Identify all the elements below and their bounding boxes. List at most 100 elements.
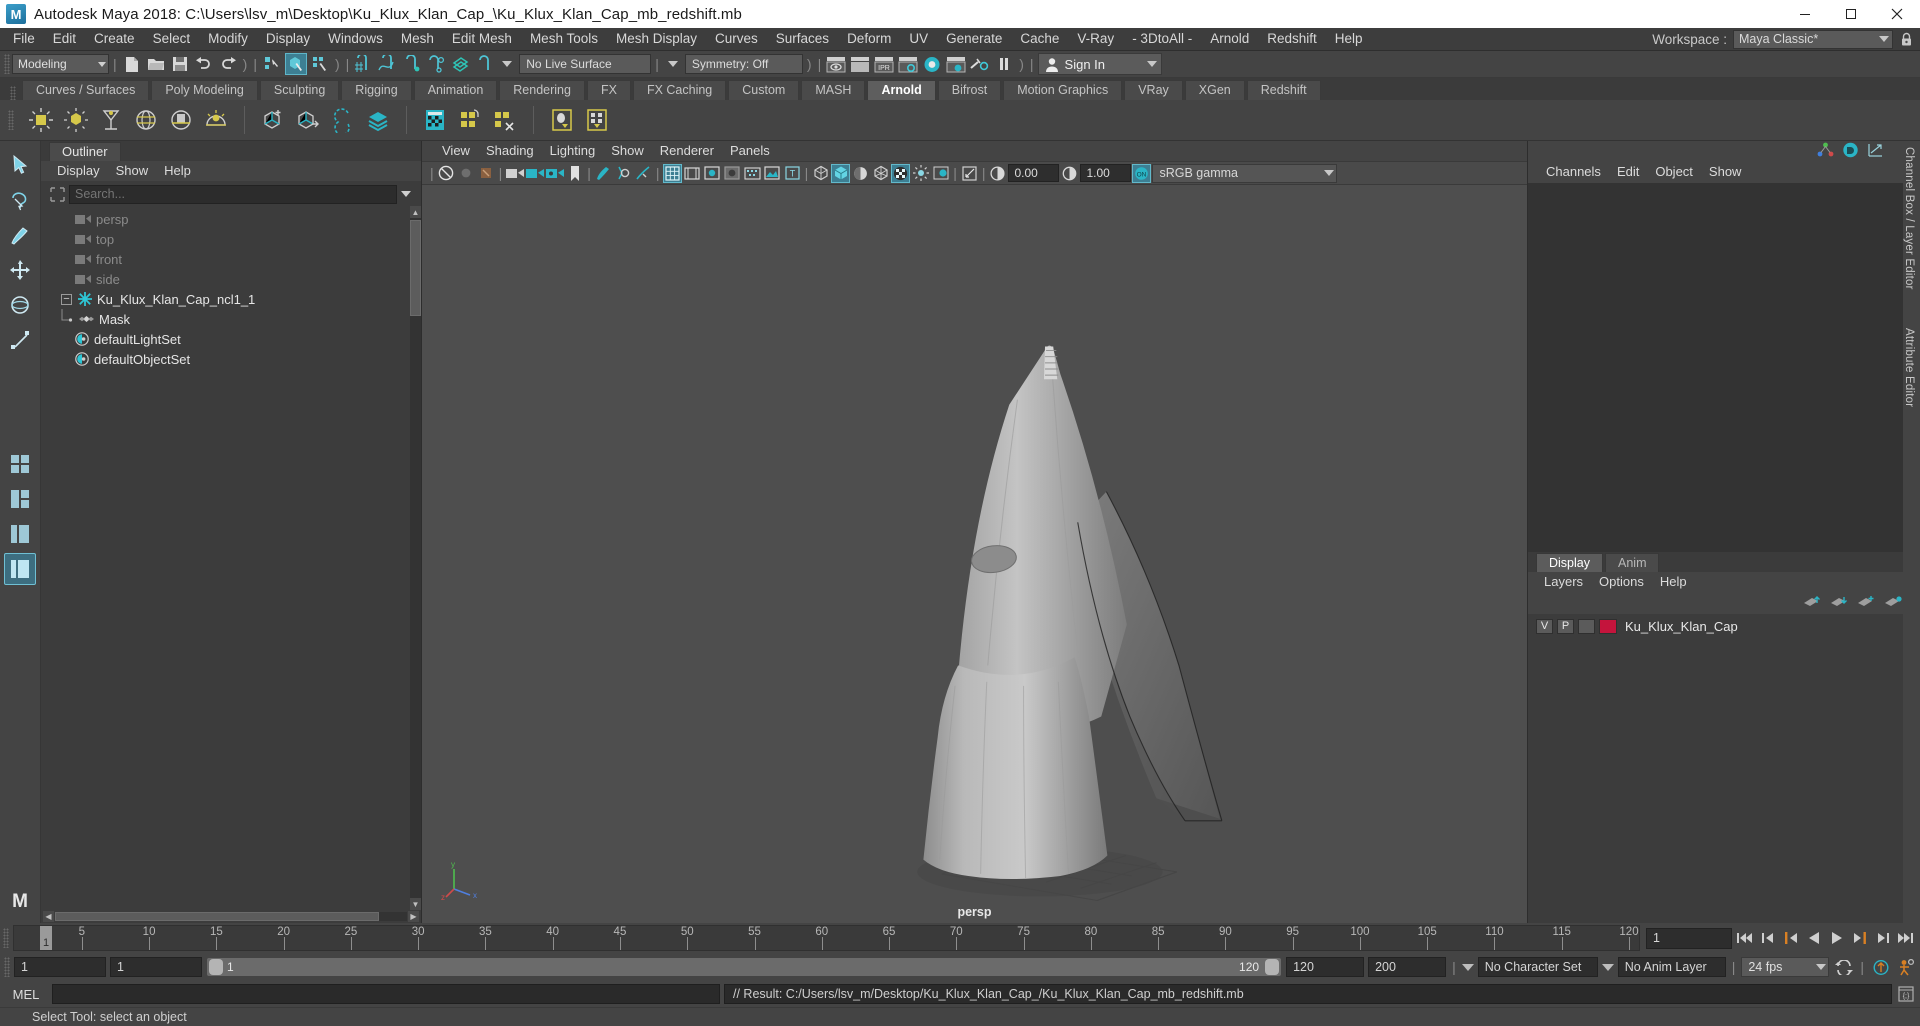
outliner-menu-display[interactable]: Display [49,161,108,181]
new-layer-icon[interactable] [1885,595,1902,612]
arnold-render-view-icon[interactable] [419,104,451,136]
menu-curves[interactable]: Curves [706,28,767,50]
menu-deform[interactable]: Deform [838,28,900,50]
screenshot-icon[interactable] [960,164,979,183]
open-scene-icon[interactable] [145,53,167,75]
layer-visibility-toggle[interactable]: V [1536,618,1553,634]
animation-preferences-button[interactable] [1895,957,1916,978]
menu-mesh[interactable]: Mesh [392,28,443,50]
gamma-field[interactable]: 1.00 [1080,164,1132,182]
arnold-standard-surface-icon[interactable] [327,104,359,136]
layer-list[interactable]: V P Ku_Klux_Klan_Cap [1528,614,1920,923]
camera-settings-icon[interactable] [545,164,564,183]
color-management-toggle-icon[interactable]: ON [1132,163,1152,183]
range-slider-grip[interactable] [4,957,10,977]
select-by-object-type-icon[interactable] [284,53,307,75]
step-back-frame-button[interactable] [1780,928,1801,949]
camera-attributes-icon[interactable] [505,164,524,183]
menu-uv[interactable]: UV [900,28,937,50]
arnold-skydome-light-icon[interactable] [130,104,162,136]
layout-two-pane-button[interactable] [4,483,36,515]
shelf-tab-vray[interactable]: VRay [1124,80,1183,100]
xray-toggle-icon[interactable] [614,164,633,183]
redo-render-icon[interactable] [849,53,871,75]
scale-tool-button[interactable] [4,324,36,356]
snap-to-view-planes-icon[interactable] [449,53,471,75]
outliner-vertical-scrollbar[interactable]: ▲ ▼ [410,206,421,910]
render-view-icon[interactable] [945,53,967,75]
shelf-tab-sculpting[interactable]: Sculpting [259,80,340,100]
viewport-menu-shading[interactable]: Shading [478,141,542,161]
arnold-assign-shader-icon[interactable] [454,104,486,136]
persp-viewport[interactable]: y x z persp [422,185,1527,923]
layout-persp-outliner-button[interactable] [4,518,36,550]
animation-end-field[interactable]: 200 [1368,957,1447,977]
range-bar-right-handle[interactable] [1265,959,1280,975]
outliner-search-input[interactable] [69,184,397,204]
workspace-dropdown[interactable]: Maya Classic* [1733,29,1893,49]
shelf-tab-curves-surfaces[interactable]: Curves / Surfaces [22,80,150,100]
channel-box-layer-editor-icon[interactable] [1842,142,1859,161]
step-forward-frame-button[interactable] [1849,928,1870,949]
sign-in-button[interactable]: Sign In [1037,53,1162,75]
shelf-tab-animation[interactable]: Animation [413,80,498,100]
outliner-menu-show[interactable]: Show [108,161,157,181]
go-to-end-button[interactable] [1895,928,1916,949]
range-bar-left-handle[interactable] [209,959,223,975]
arnold-photometric-light-icon[interactable] [95,104,127,136]
pause-render-icon[interactable] [993,53,1015,75]
arnold-light-portal-icon[interactable] [165,104,197,136]
outliner-hscroll-track[interactable] [55,912,407,921]
use-all-lights-icon[interactable] [743,164,762,183]
attribute-editor-sidebar-label[interactable]: Attribute Editor [1903,322,1915,413]
outliner-item-side[interactable]: side [41,269,421,289]
film-gate-icon[interactable] [683,164,702,183]
grease-pencil-icon[interactable] [594,164,613,183]
save-scene-icon[interactable] [169,53,191,75]
show-text-icon[interactable]: T [783,164,802,183]
menu-redshift[interactable]: Redshift [1258,28,1326,50]
layer-tab-display[interactable]: Display [1536,553,1603,572]
move-layer-down-icon[interactable] [1831,595,1848,612]
channelbox-menu-channels[interactable]: Channels [1538,162,1609,182]
shadow-toggle-icon[interactable] [851,164,870,183]
arnold-create-standin-icon[interactable] [257,104,289,136]
smooth-shade-all-icon[interactable] [723,164,742,183]
outliner-hscroll-thumb[interactable] [55,912,379,921]
outliner-item-default-light-set[interactable]: defaultLightSet [41,329,421,349]
animation-start-field[interactable]: 1 [14,957,106,977]
layers-menu-options[interactable]: Options [1591,572,1652,592]
time-slider-playhead[interactable]: 1 [40,926,52,950]
menu-cache[interactable]: Cache [1011,28,1068,50]
bookmark-camera-icon[interactable] [477,164,496,183]
script-editor-icon[interactable]: {;} [1896,984,1916,1004]
search-icon[interactable] [49,186,65,202]
exposure-icon[interactable] [988,164,1007,183]
anim-layer-dropdown-icon[interactable] [1601,963,1614,971]
menu-create[interactable]: Create [85,28,144,50]
menu-set-dropdown[interactable]: Modeling [12,54,109,74]
layers-menu-layers[interactable]: Layers [1536,572,1591,592]
outliner-item-front[interactable]: front [41,249,421,269]
outliner-scroll-thumb[interactable] [410,220,421,316]
menu-surfaces[interactable]: Surfaces [767,28,838,50]
shaded-mode-icon[interactable] [811,164,830,183]
render-setup-icon[interactable] [969,53,991,75]
menu-vray[interactable]: V-Ray [1068,28,1123,50]
step-back-keyframe-button[interactable] [1757,928,1778,949]
undo-icon[interactable] [193,53,215,75]
arnold-area-light-icon[interactable] [25,104,57,136]
shelf-tab-fx[interactable]: FX [586,80,631,100]
time-slider-grip[interactable] [3,928,9,948]
chevron-down-icon[interactable] [401,191,411,197]
layer-color-swatch[interactable] [1599,618,1617,634]
arnold-volume-icon[interactable] [362,104,394,136]
move-layer-up-icon[interactable] [1804,595,1821,612]
play-forwards-button[interactable] [1826,928,1847,949]
collapse-toggle-icon[interactable]: − [61,293,72,305]
shelf-tab-mash[interactable]: MASH [801,80,866,100]
viewport-3d-scene[interactable] [422,185,1527,923]
shelf-tab-fx-caching[interactable]: FX Caching [632,80,727,100]
snap-to-projected-center-icon[interactable] [425,53,447,75]
menu-mesh-display[interactable]: Mesh Display [607,28,706,50]
